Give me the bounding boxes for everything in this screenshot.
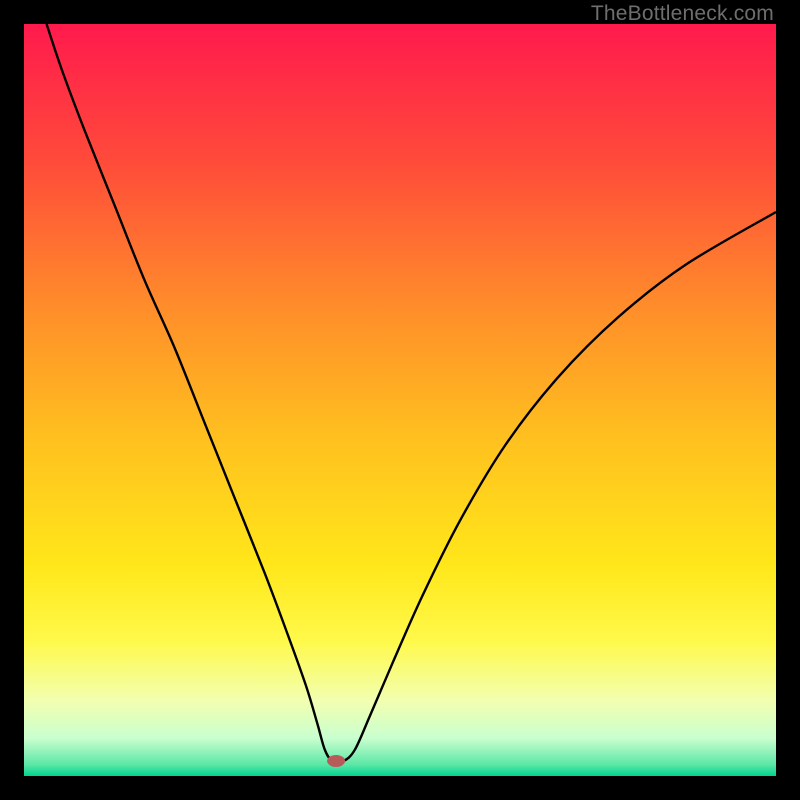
min-marker-icon <box>327 755 345 767</box>
gradient-background <box>24 24 776 776</box>
watermark-label: TheBottleneck.com <box>591 2 774 26</box>
bottleneck-chart <box>24 24 776 776</box>
chart-frame <box>24 24 776 776</box>
